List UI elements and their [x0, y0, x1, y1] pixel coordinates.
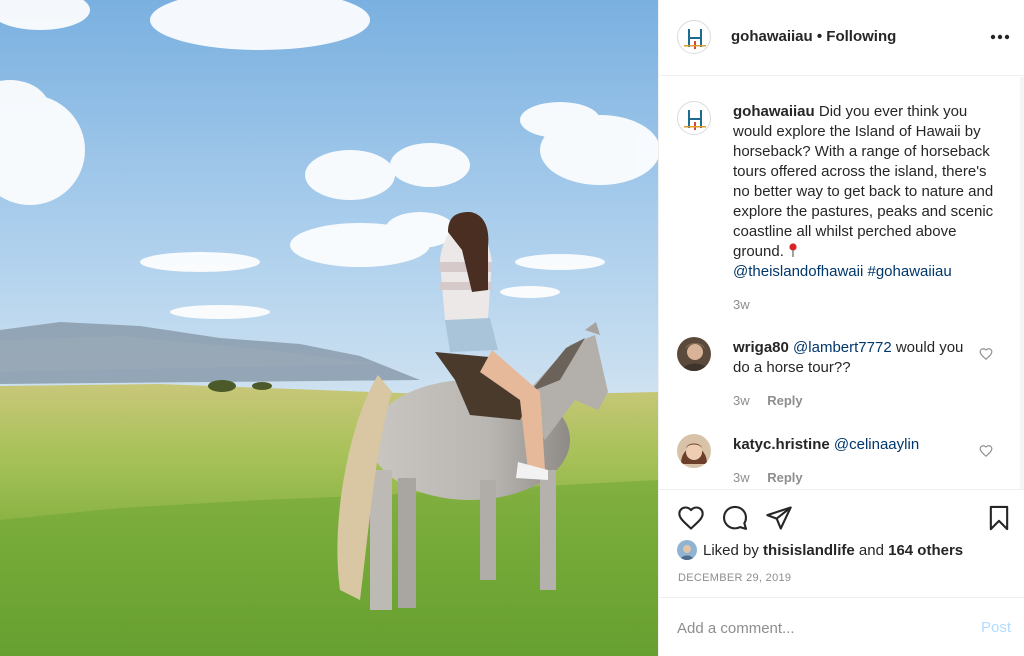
- comment-username[interactable]: wriga80: [733, 339, 789, 356]
- more-dots-icon[interactable]: [990, 28, 1010, 46]
- liker-avatar: [677, 540, 697, 560]
- account-avatar[interactable]: [677, 20, 711, 54]
- reply-button[interactable]: Reply: [767, 470, 802, 485]
- like-comment-heart-icon[interactable]: [979, 347, 993, 361]
- commenter-avatar[interactable]: [677, 337, 711, 371]
- add-comment-bar: Post: [659, 597, 1024, 656]
- comments-scrollbar[interactable]: [1020, 77, 1024, 489]
- post-side-panel: gohawaiiau • Following gohawaiiau Did yo…: [658, 0, 1024, 656]
- header-separator: •: [816, 28, 823, 45]
- comment-username[interactable]: katyc.hristine: [733, 436, 830, 453]
- comment-time[interactable]: 3w: [733, 393, 750, 408]
- share-icon[interactable]: [765, 504, 793, 532]
- comment-text: katyc.hristine @celinaaylin: [733, 435, 973, 455]
- avatar-photo: [677, 540, 697, 560]
- header-username[interactable]: gohawaiiau: [731, 28, 813, 45]
- liked-by-prefix: Liked by: [703, 541, 759, 559]
- caption-body: Did you ever think you would explore the…: [733, 103, 994, 260]
- post-caption: gohawaiiau Did you ever think you would …: [733, 102, 1005, 282]
- reply-button[interactable]: Reply: [767, 393, 802, 408]
- following-button[interactable]: Following: [826, 28, 896, 45]
- comment-mention[interactable]: @celinaaylin: [834, 436, 919, 453]
- post-actions: Liked by thisislandlife and 164 others D…: [659, 489, 1024, 597]
- post-date[interactable]: DECEMBER 29, 2019: [678, 572, 791, 584]
- liked-by-and: and: [858, 541, 884, 559]
- likes-summary[interactable]: Liked by thisislandlife and 164 others: [677, 540, 963, 560]
- caption-time[interactable]: 3w: [733, 297, 750, 312]
- comment-meta: 3w Reply: [733, 393, 803, 408]
- caption-username[interactable]: gohawaiiau: [733, 103, 815, 120]
- caption-hashtag[interactable]: #gohawaiiau: [867, 263, 951, 280]
- comments-list[interactable]: gohawaiiau Did you ever think you would …: [659, 77, 1024, 489]
- post-photo[interactable]: [0, 0, 658, 656]
- avatar-photo: [677, 337, 711, 371]
- horse-riding-photo: [0, 0, 658, 656]
- like-comment-heart-icon[interactable]: [979, 444, 993, 458]
- caption-avatar[interactable]: [677, 101, 711, 135]
- liked-by-others[interactable]: 164 others: [888, 542, 963, 559]
- comment-meta: 3w Reply: [733, 470, 803, 485]
- hi-logo-icon: [684, 110, 706, 130]
- heart-icon[interactable]: [677, 504, 705, 532]
- comment-mention[interactable]: @lambert7772: [793, 339, 892, 356]
- avatar-photo: [677, 434, 711, 468]
- comment-time[interactable]: 3w: [733, 470, 750, 485]
- bookmark-icon[interactable]: [985, 504, 1013, 532]
- caption-mention[interactable]: @theislandofhawaii: [733, 263, 863, 280]
- comment-text: wriga80 @lambert7772 would you do a hors…: [733, 338, 973, 378]
- round-pushpin-icon: [789, 243, 797, 257]
- hi-logo-icon: [684, 29, 706, 49]
- commenter-avatar[interactable]: [677, 434, 711, 468]
- post-comment-button[interactable]: Post: [981, 619, 1011, 636]
- comment-input[interactable]: [677, 616, 957, 640]
- header-account-line: gohawaiiau • Following: [731, 28, 896, 45]
- comment-icon[interactable]: [721, 504, 749, 532]
- liked-by-user[interactable]: thisislandlife: [763, 542, 855, 559]
- post-header: gohawaiiau • Following: [659, 0, 1024, 76]
